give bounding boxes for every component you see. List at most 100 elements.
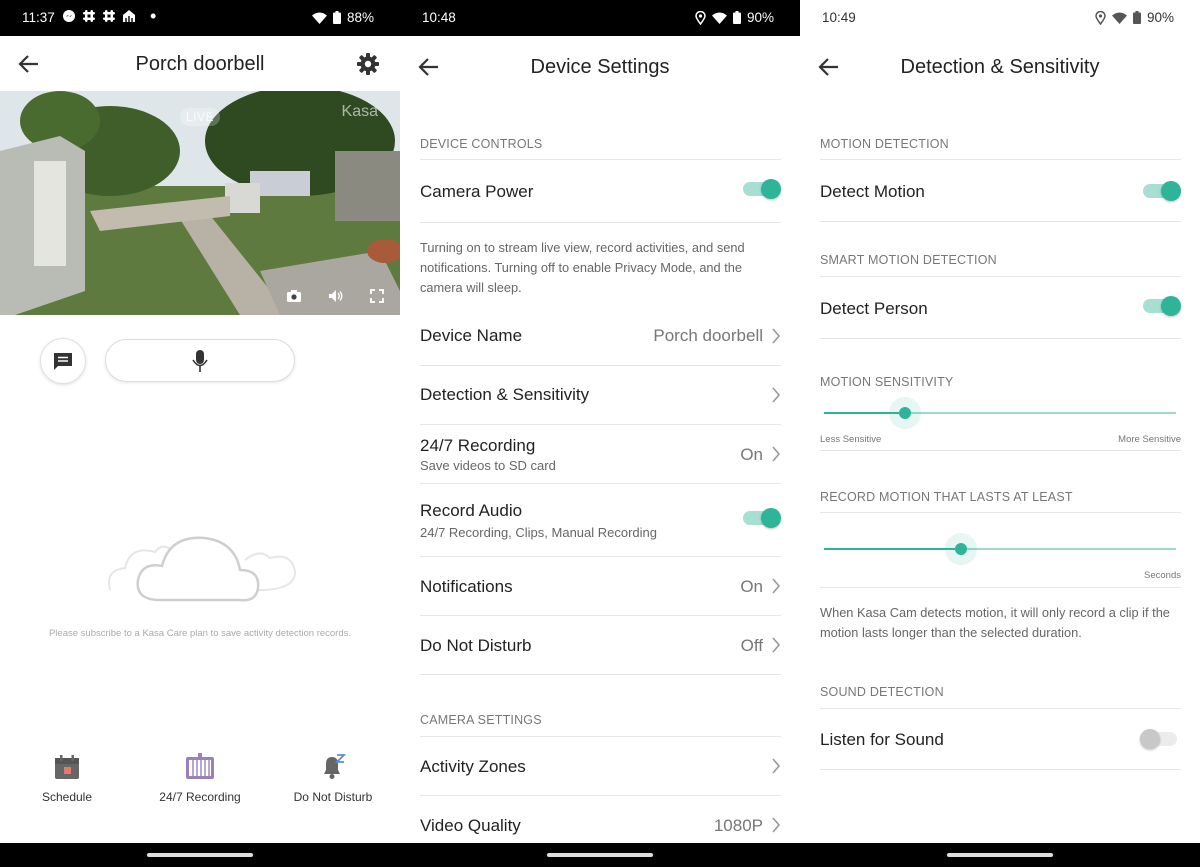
- home-gesture-pill[interactable]: [947, 853, 1053, 857]
- recording-sub: Save videos to SD card: [420, 458, 556, 473]
- device-name-value: Porch doorbell: [653, 326, 763, 345]
- tab-schedule[interactable]: Schedule: [0, 750, 134, 804]
- system-nav-bar: [400, 843, 800, 867]
- bottom-tab-bar: Schedule 24/7 Recording Do Not Disturb: [0, 750, 400, 810]
- detection-sensitivity-row[interactable]: Detection & Sensitivity: [420, 366, 781, 425]
- push-to-talk-button[interactable]: [105, 339, 295, 382]
- status-right: 90%: [695, 10, 774, 25]
- device-name-row[interactable]: Device Name Porch doorbell: [420, 307, 781, 366]
- detect-motion-toggle[interactable]: [1143, 181, 1181, 201]
- dnd-value: Off: [740, 636, 763, 655]
- divider: [820, 512, 1181, 513]
- section-record-lasts: RECORD MOTION THAT LASTS AT LEAST: [820, 490, 1073, 504]
- detect-person-label: Detect Person: [820, 299, 928, 318]
- wifi-icon: [711, 12, 727, 24]
- home-gesture-pill[interactable]: [547, 853, 653, 857]
- chevron-right-icon: [772, 328, 781, 344]
- device-settings-screen: 10:48 90% Device Settings DEVICE CONTROL…: [400, 0, 800, 867]
- top-nav: Detection & Sensitivity: [800, 42, 1200, 92]
- activity-zones-label: Activity Zones: [420, 757, 526, 776]
- toggle-knob: [761, 508, 781, 528]
- chevron-right-icon: [772, 758, 781, 774]
- home-app-icon: [123, 10, 135, 22]
- messenger-icon: [63, 10, 75, 22]
- toggle-knob: [1161, 181, 1181, 201]
- back-arrow-icon[interactable]: [416, 54, 442, 80]
- fullscreen-icon[interactable]: [370, 289, 384, 303]
- toggle-knob: [761, 179, 781, 199]
- chevron-right-icon: [772, 387, 781, 403]
- detection-sensitivity-screen: 10:49 90% Detection & Sensitivity MOTION…: [800, 0, 1200, 867]
- status-time: 10:48: [422, 10, 456, 25]
- system-nav-bar: [0, 843, 400, 867]
- page-title: Detection & Sensitivity: [900, 55, 1100, 78]
- detect-motion-row: Detect Motion: [820, 159, 1181, 222]
- section-motion-detection: MOTION DETECTION: [820, 137, 949, 151]
- quick-response-button[interactable]: [40, 338, 86, 384]
- doorbell-live-screen: 11:37 • 88% Porch doorbell LIVE Kasa Ple…: [0, 0, 400, 867]
- listen-sound-label: Listen for Sound: [820, 730, 944, 749]
- tab-schedule-label: Schedule: [41, 790, 93, 804]
- tab-dnd-label: Do Not Disturb: [293, 790, 373, 804]
- record-audio-row: Record Audio 24/7 Recording, Clips, Manu…: [420, 484, 781, 557]
- live-video-feed[interactable]: LIVE Kasa: [0, 91, 400, 315]
- recording-24-7-row[interactable]: 24/7 Recording Save videos to SD card On: [420, 425, 781, 484]
- slider-thumb[interactable]: [899, 407, 911, 419]
- dnd-label: Do Not Disturb: [420, 636, 532, 655]
- system-nav-bar: [800, 843, 1200, 867]
- slider-thumb[interactable]: [955, 543, 967, 555]
- chevron-right-icon: [772, 446, 781, 462]
- do-not-disturb-row[interactable]: Do Not Disturb Off: [420, 616, 781, 675]
- battery-icon: [732, 11, 741, 24]
- battery-percent: 88%: [346, 10, 374, 25]
- tab-recording-label: 24/7 Recording: [159, 790, 241, 804]
- camera-power-label: Camera Power: [420, 182, 534, 201]
- detect-person-toggle[interactable]: [1143, 296, 1181, 316]
- home-gesture-pill[interactable]: [147, 853, 253, 857]
- chevron-right-icon: [772, 817, 781, 833]
- volume-icon[interactable]: [328, 289, 344, 303]
- record-audio-sub: 24/7 Recording, Clips, Manual Recording: [420, 525, 658, 540]
- slack-icon-2: [103, 10, 115, 22]
- status-time: 10:49: [822, 10, 856, 25]
- camera-power-toggle[interactable]: [743, 179, 781, 199]
- battery-percent: 90%: [746, 10, 774, 25]
- slack-icon: [83, 10, 95, 22]
- calendar-icon: [55, 755, 79, 779]
- record-audio-label: Record Audio: [420, 501, 523, 520]
- status-bar: 10:49 90%: [800, 0, 1200, 36]
- toggle-knob: [1161, 296, 1181, 316]
- location-icon: [1095, 10, 1106, 25]
- sensitivity-slider[interactable]: [824, 397, 1176, 429]
- recording-value: On: [740, 445, 763, 464]
- recording-label: 24/7 Recording: [420, 436, 536, 455]
- video-quality-value: 1080P: [713, 816, 763, 835]
- activity-zones-row[interactable]: Activity Zones: [420, 736, 781, 796]
- location-icon: [695, 10, 706, 25]
- detection-sensitivity-label: Detection & Sensitivity: [420, 385, 590, 404]
- record-duration-description: When Kasa Cam detects motion, it will on…: [820, 605, 1170, 640]
- record-audio-toggle[interactable]: [743, 508, 781, 528]
- wifi-icon: [311, 12, 327, 24]
- status-right: 88%: [311, 10, 374, 25]
- chevron-right-icon: [772, 578, 781, 594]
- gear-icon[interactable]: [356, 52, 380, 76]
- section-motion-sensitivity: MOTION SENSITIVITY: [820, 375, 954, 389]
- notifications-value: On: [740, 577, 763, 596]
- battery-icon: [332, 11, 341, 24]
- less-sensitive-label: Less Sensitive: [820, 434, 882, 445]
- tab-do-not-disturb[interactable]: Do Not Disturb: [266, 750, 400, 804]
- microphone-icon: [192, 349, 208, 372]
- section-camera-settings: CAMERA SETTINGS: [420, 713, 542, 727]
- more-sensitive-label: More Sensitive: [1118, 434, 1181, 445]
- listen-sound-toggle[interactable]: [1140, 729, 1177, 749]
- duration-slider[interactable]: [824, 533, 1176, 565]
- snapshot-camera-icon[interactable]: [286, 289, 302, 303]
- tab-24-7-recording[interactable]: 24/7 Recording: [133, 750, 267, 804]
- back-arrow-icon[interactable]: [816, 54, 842, 80]
- notifications-row[interactable]: Notifications On: [420, 557, 781, 616]
- back-arrow-icon[interactable]: [16, 51, 42, 77]
- battery-percent: 90%: [1146, 10, 1174, 25]
- section-sound-detection: SOUND DETECTION: [820, 685, 944, 699]
- section-device-controls: DEVICE CONTROLS: [420, 137, 543, 151]
